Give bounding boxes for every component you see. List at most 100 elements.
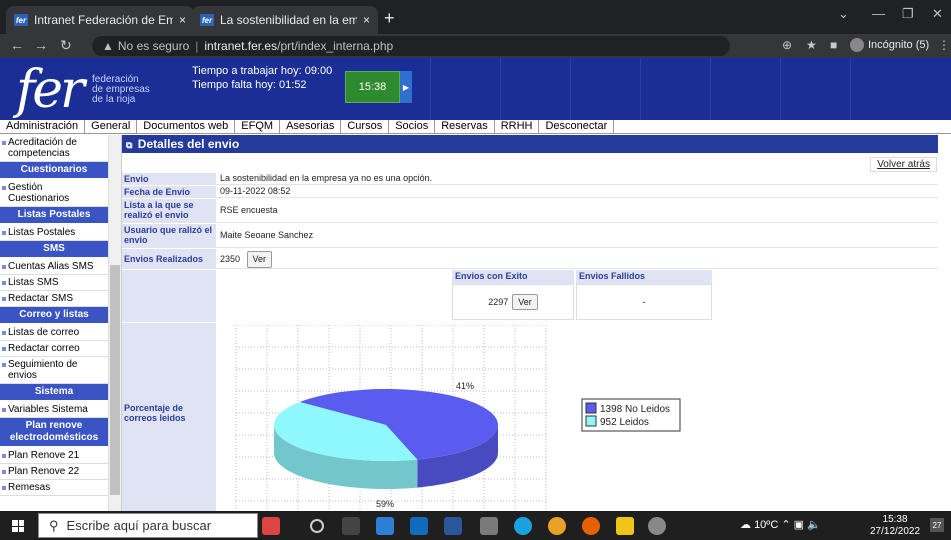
volume-icon[interactable]: 🔈 bbox=[807, 519, 821, 531]
work-time-info: Tiempo a trabajar hoy: 09:00 Tiempo falt… bbox=[192, 64, 332, 92]
sidepanel-icon[interactable]: ■ bbox=[830, 38, 837, 52]
legend-label: 1398 No Leidos bbox=[600, 404, 670, 415]
sidebar-item-plan-renove-22[interactable]: Plan Renove 22 bbox=[0, 464, 108, 480]
tray-chevron-icon[interactable]: ⌃ bbox=[781, 519, 790, 531]
menu-general[interactable]: General bbox=[85, 120, 138, 133]
header-divider bbox=[570, 58, 571, 120]
ver-exito-button[interactable]: Ver bbox=[512, 294, 538, 310]
menu-asesorias[interactable]: Asesorias bbox=[280, 120, 342, 133]
network-icon[interactable]: ▣ bbox=[794, 519, 804, 531]
menu-reservas[interactable]: Reservas bbox=[435, 120, 495, 133]
fer-favicon-icon: fer bbox=[14, 14, 28, 26]
label-chart: Porcentaje de correos leidos bbox=[122, 323, 216, 511]
close-window-icon[interactable]: ✕ bbox=[932, 6, 943, 22]
sidebar-item-listas-sms[interactable]: Listas SMS bbox=[0, 275, 108, 291]
menu-cursos[interactable]: Cursos bbox=[341, 120, 390, 133]
value-fecha: 09-11-2022 08:52 bbox=[220, 186, 291, 196]
row-envio: Envio La sostenibilidad en la empresa ya… bbox=[122, 173, 938, 185]
tab-close-icon[interactable]: × bbox=[363, 13, 370, 27]
sidebar-item-cuentas-alias-sms[interactable]: Cuentas Alias SMS bbox=[0, 259, 108, 275]
notification-icon[interactable]: 27 bbox=[930, 518, 944, 532]
url-warning-text: No es seguro bbox=[117, 39, 190, 53]
label-realizados: Envios Realizados bbox=[122, 249, 216, 268]
logo[interactable]: fer federación de empresas de la rioja bbox=[0, 58, 176, 120]
logo-line: de la rioja bbox=[92, 94, 136, 105]
header-exito: Envios con Exito bbox=[452, 270, 574, 284]
minimize-icon[interactable]: — bbox=[872, 6, 885, 21]
taskbar-clock[interactable]: 15:38 27/12/2022 bbox=[870, 514, 920, 538]
legend-label: 952 Leidos bbox=[600, 417, 649, 428]
header-fallidos: Envios Fallidos bbox=[576, 270, 712, 284]
logo-subtitle: federación de empresas de la rioja bbox=[92, 75, 150, 105]
chrome-icon[interactable] bbox=[548, 517, 566, 535]
zoom-icon[interactable]: ⊕ bbox=[782, 38, 792, 52]
reload-icon[interactable]: ↻ bbox=[60, 37, 72, 54]
menu-desconectar[interactable]: Desconectar bbox=[539, 120, 615, 133]
word-icon[interactable] bbox=[444, 517, 462, 535]
forward-icon[interactable]: → bbox=[34, 37, 48, 53]
ver-realizados-button[interactable]: Ver bbox=[246, 251, 273, 268]
menu-rrhh[interactable]: RRHH bbox=[495, 120, 540, 133]
sidebar-item-plan-renove-21[interactable]: Plan Renove 21 bbox=[0, 448, 108, 464]
clock-arrow-button[interactable]: ▶ bbox=[400, 71, 412, 103]
taskbar-search[interactable]: ⚲ Escribe aquí para buscar bbox=[38, 513, 258, 538]
chart-legend: 1398 No Leidos 952 Leidos bbox=[581, 398, 681, 432]
sidebar-item-remesas[interactable]: Remesas bbox=[0, 480, 108, 496]
sidebar-item-seguimiento-envios[interactable]: Seguimiento de envios bbox=[0, 357, 108, 384]
value-exito: 2297 bbox=[488, 297, 509, 307]
menu-kebab-icon[interactable]: ⋮ bbox=[938, 38, 950, 52]
work-today: Tiempo a trabajar hoy: 09:00 bbox=[192, 65, 333, 77]
main-content: ⧉ Detalles del envio Volver atrás Envio … bbox=[122, 135, 951, 511]
incognito-indicator[interactable]: Incógnito (5) bbox=[850, 38, 929, 52]
url-field[interactable]: ▲ No es seguro | intranet.fer.es /prt/in… bbox=[92, 36, 730, 56]
site-header: fer federación de empresas de la rioja T… bbox=[0, 58, 951, 120]
header-divider bbox=[500, 58, 501, 120]
address-bar: ← → ↻ ▲ No es seguro | intranet.fer.es /… bbox=[0, 34, 951, 58]
incognito-label: Incógnito (5) bbox=[868, 39, 930, 51]
restore-icon[interactable]: ❐ bbox=[902, 6, 914, 22]
holiday-widget-icon[interactable] bbox=[262, 517, 280, 535]
file-explorer-icon[interactable] bbox=[616, 517, 634, 535]
cortana-icon[interactable] bbox=[310, 519, 324, 533]
task-view-icon[interactable] bbox=[342, 517, 360, 535]
menu-efqm[interactable]: EFQM bbox=[235, 120, 281, 133]
back-icon[interactable]: ← bbox=[10, 37, 24, 53]
menu-documentos-web[interactable]: Documentos web bbox=[137, 120, 236, 133]
cell-exito: 2297 Ver bbox=[452, 284, 574, 320]
sidebar-scrollbar-thumb[interactable] bbox=[110, 265, 120, 495]
sidebar-item-listas-correo[interactable]: Listas de correo bbox=[0, 325, 108, 341]
tab-search-icon[interactable]: ⌄ bbox=[838, 6, 849, 22]
header-divider bbox=[710, 58, 711, 120]
tab-sostenibilidad[interactable]: fer La sostenibilidad en la empresa y × bbox=[192, 6, 378, 34]
sidebar-item-redactar-sms[interactable]: Redactar SMS bbox=[0, 291, 108, 307]
sidebar-item-redactar-correo[interactable]: Redactar correo bbox=[0, 341, 108, 357]
sidebar-item-variables-sistema[interactable]: Variables Sistema bbox=[0, 402, 108, 418]
weather-temp[interactable]: 10ºC bbox=[754, 519, 778, 531]
windows-start-icon[interactable] bbox=[12, 520, 24, 532]
back-link[interactable]: Volver atrás bbox=[870, 157, 937, 172]
url-path: /prt/index_interna.php bbox=[277, 39, 394, 53]
tab-close-icon[interactable]: × bbox=[179, 13, 186, 27]
sidebar-section-plan-renove: Plan renove electrodomésticos bbox=[0, 418, 108, 448]
header-divider bbox=[640, 58, 641, 120]
app-icon[interactable] bbox=[480, 517, 498, 535]
sidebar-item-listas-postales[interactable]: Listas Postales bbox=[0, 225, 108, 241]
sidebar: Acreditación de competencias Cuestionari… bbox=[0, 135, 122, 511]
edge-icon[interactable] bbox=[514, 517, 532, 535]
search-icon: ⚲ bbox=[49, 517, 59, 533]
outlook-icon[interactable] bbox=[410, 517, 428, 535]
settings-gear-icon[interactable] bbox=[648, 517, 666, 535]
sidebar-item-acreditacion[interactable]: Acreditación de competencias bbox=[0, 135, 108, 162]
calculator-app-icon[interactable] bbox=[376, 517, 394, 535]
value-usuario: Maite Seoane Sanchez bbox=[220, 230, 314, 240]
firefox-icon[interactable] bbox=[582, 517, 600, 535]
taskbar-date: 27/12/2022 bbox=[870, 526, 921, 537]
menu-socios[interactable]: Socios bbox=[389, 120, 436, 133]
new-tab-button[interactable]: + bbox=[384, 8, 395, 29]
header-divider bbox=[430, 58, 431, 120]
sidebar-item-gestion-cuestionarios[interactable]: Gestión Cuestionarios bbox=[0, 180, 108, 207]
bookmark-star-icon[interactable]: ★ bbox=[806, 38, 817, 52]
value-realizados-wrap: 2350 Ver bbox=[218, 249, 274, 270]
menu-administracion[interactable]: Administración bbox=[0, 120, 86, 133]
tab-intranet[interactable]: fer Intranet Federación de Empresas × bbox=[6, 6, 194, 34]
